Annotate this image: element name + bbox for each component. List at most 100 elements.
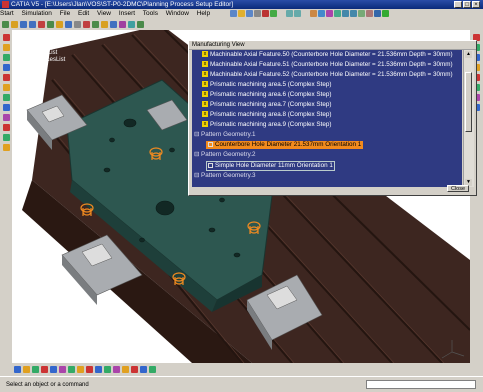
- bottom-tool-icon-1[interactable]: [14, 366, 21, 373]
- save-icon[interactable]: [246, 10, 253, 17]
- toolbar-icon-14[interactable]: [119, 20, 126, 28]
- cut-icon[interactable]: [262, 10, 269, 17]
- undo-icon[interactable]: [286, 10, 293, 17]
- list-item[interactable]: x Prismatic machining area.8 (Complex Ste…: [202, 111, 331, 119]
- left-toolbar: [0, 30, 12, 363]
- toolbar-icon-13[interactable]: [110, 20, 117, 28]
- left-tool-icon-9[interactable]: [2, 114, 10, 121]
- rotate-icon[interactable]: [334, 10, 341, 17]
- catia-logo-icon: [2, 1, 9, 8]
- bottom-tool-icon-2[interactable]: [23, 366, 30, 373]
- toolbar-icon-10[interactable]: [83, 20, 90, 28]
- scroll-thumb[interactable]: [465, 72, 472, 132]
- menu-tools[interactable]: Tools: [143, 10, 158, 17]
- bottom-tool-icon-8[interactable]: [77, 366, 84, 373]
- manufacturing-feature-list[interactable]: x Machinable Axial Feature.50 (Counterbor…: [192, 50, 462, 187]
- left-tool-icon-7[interactable]: [2, 94, 10, 101]
- list-item[interactable]: x Prismatic machining area.9 (Complex Ste…: [202, 121, 331, 129]
- open-icon[interactable]: [238, 10, 245, 17]
- bottom-tool-icon-7[interactable]: [68, 366, 75, 373]
- tree-item[interactable]: ├ ProcessList: [18, 43, 65, 50]
- normal-view-icon[interactable]: [358, 10, 365, 17]
- bottom-tool-icon-12[interactable]: [113, 366, 120, 373]
- render-icon[interactable]: [374, 10, 381, 17]
- dialog-title: Manufacturing View: [189, 41, 476, 50]
- list-group[interactable]: ⊟ Pattern Geometry.3: [194, 172, 256, 180]
- bottom-tool-icon-4[interactable]: [41, 366, 48, 373]
- bottom-tool-icon-14[interactable]: [131, 366, 138, 373]
- menu-start[interactable]: Start: [0, 10, 14, 17]
- copy-icon[interactable]: [270, 10, 277, 17]
- print-icon[interactable]: [254, 10, 261, 17]
- toolbar-icon-9[interactable]: [74, 20, 81, 28]
- hide-show-icon[interactable]: [382, 10, 389, 17]
- pan-icon[interactable]: [326, 10, 333, 17]
- left-tool-icon-3[interactable]: [2, 54, 10, 61]
- left-tool-icon-12[interactable]: [2, 144, 10, 151]
- measure-icon[interactable]: [310, 10, 317, 17]
- list-group[interactable]: ⊟ Pattern Geometry.2: [194, 151, 256, 159]
- menu-insert[interactable]: Insert: [119, 10, 135, 17]
- list-item[interactable]: x Machinable Axial Feature.52 (Counterbor…: [202, 71, 453, 79]
- bottom-tool-icon-15[interactable]: [140, 366, 147, 373]
- toolbar-icon-4[interactable]: [29, 20, 36, 28]
- bottom-tool-icon-13[interactable]: [122, 366, 129, 373]
- toolbar-icon-3[interactable]: [20, 20, 27, 28]
- left-tool-icon-10[interactable]: [2, 124, 10, 131]
- menu-window[interactable]: Window: [166, 10, 189, 17]
- left-tool-icon-11[interactable]: [2, 134, 10, 141]
- close-button[interactable]: Close: [447, 185, 469, 192]
- bottom-tool-icon-10[interactable]: [95, 366, 102, 373]
- bottom-tool-icon-5[interactable]: [50, 366, 57, 373]
- toolbar-icon-15[interactable]: [128, 20, 135, 28]
- bottom-tool-icon-11[interactable]: [104, 366, 111, 373]
- menu-edit[interactable]: Edit: [78, 10, 89, 17]
- toolbar-icon-1[interactable]: [2, 20, 9, 28]
- toolbar-icon-12[interactable]: [101, 20, 108, 28]
- dialog-scrollbar[interactable]: ▲ ▼: [463, 50, 474, 187]
- menu-file[interactable]: File: [60, 10, 70, 17]
- list-item[interactable]: x Machinable Axial Feature.51 (Counterbor…: [202, 61, 453, 69]
- list-group[interactable]: ⊟ Pattern Geometry.1: [194, 131, 256, 139]
- menu-help[interactable]: Help: [197, 10, 210, 17]
- close-window-button[interactable]: ×: [472, 1, 480, 8]
- list-item[interactable]: Simple Hole Diameter 11mm Orientation 1: [206, 161, 335, 171]
- selected-list-item[interactable]: Counterbore Hole Diameter 21.537mm Orien…: [206, 141, 364, 149]
- bottom-tool-icon-6[interactable]: [59, 366, 66, 373]
- menu-view[interactable]: View: [97, 10, 111, 17]
- command-input[interactable]: [366, 380, 476, 389]
- left-tool-icon-2[interactable]: [2, 44, 10, 51]
- zoom-in-icon[interactable]: [342, 10, 349, 17]
- tree-item[interactable]: └ ResourcesList: [18, 57, 65, 64]
- list-item[interactable]: x Prismatic machining area.7 (Complex Ste…: [202, 101, 331, 109]
- bottom-tool-icon-9[interactable]: [86, 366, 93, 373]
- redo-icon[interactable]: [294, 10, 301, 17]
- toolbar-icon-5[interactable]: [38, 20, 45, 28]
- toolbar-icon-2[interactable]: [11, 20, 18, 28]
- fly-icon[interactable]: [318, 10, 325, 17]
- left-tool-icon-6[interactable]: [2, 84, 10, 91]
- zoom-out-icon[interactable]: [350, 10, 357, 17]
- bottom-tool-icon-3[interactable]: [32, 366, 39, 373]
- left-tool-icon-1[interactable]: [2, 34, 10, 41]
- left-tool-icon-4[interactable]: [2, 64, 10, 71]
- toolbar-icon-7[interactable]: [56, 20, 63, 28]
- tree-item[interactable]: ⊟ Process: [18, 36, 65, 43]
- menu-simulation[interactable]: Simulation: [22, 10, 52, 17]
- iso-view-icon[interactable]: [366, 10, 373, 17]
- left-tool-icon-8[interactable]: [2, 104, 10, 111]
- tree-item[interactable]: ├ ProductList: [18, 50, 65, 57]
- minimize-button[interactable]: _: [454, 1, 462, 8]
- list-item[interactable]: x Prismatic machining area.6 (Complex Ste…: [202, 91, 331, 99]
- left-tool-icon-5[interactable]: [2, 74, 10, 81]
- list-item[interactable]: x Prismatic machining area.5 (Complex Ste…: [202, 81, 331, 89]
- toolbar-icon-11[interactable]: [92, 20, 99, 28]
- new-icon[interactable]: [230, 10, 237, 17]
- scroll-up-icon[interactable]: ▲: [465, 51, 472, 58]
- toolbar-icon-16[interactable]: [137, 20, 144, 28]
- toolbar-icon-8[interactable]: [65, 20, 72, 28]
- maximize-button[interactable]: □: [463, 1, 471, 8]
- toolbar-icon-6[interactable]: [47, 20, 54, 28]
- bottom-tool-icon-16[interactable]: [149, 366, 156, 373]
- list-item[interactable]: x Machinable Axial Feature.50 (Counterbor…: [202, 51, 453, 59]
